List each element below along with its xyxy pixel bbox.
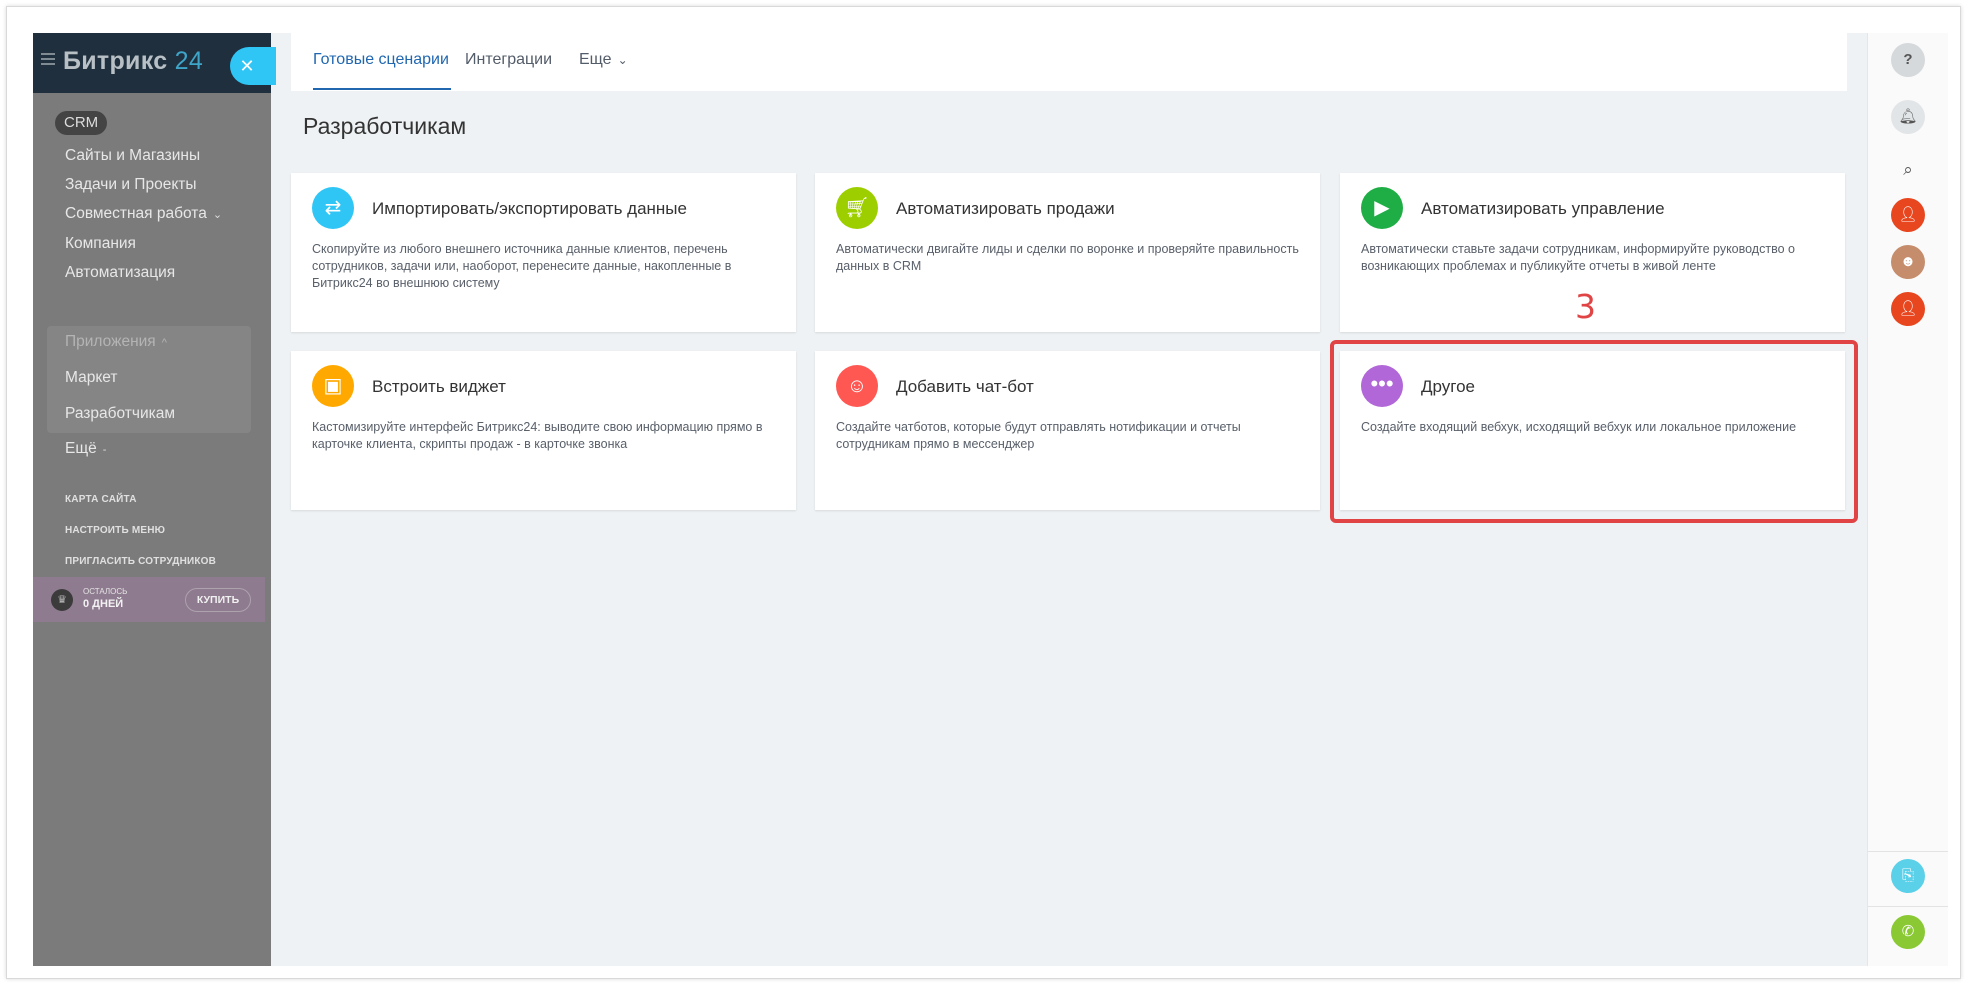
card-description: Автоматически ставьте задачи сотрудникам…: [1361, 242, 1795, 273]
robot-icon: ☺: [836, 365, 878, 407]
card-description: Автоматически двигайте лиды и сделки по …: [836, 242, 1299, 273]
sidebar-item-developers[interactable]: Разработчикам: [65, 405, 175, 423]
chevron-down-icon: -: [102, 444, 107, 456]
card-description: Скопируйте из любого внешнего источника …: [312, 242, 732, 290]
card-title: Встроить виджет: [372, 377, 506, 396]
logo-number: 24: [174, 47, 204, 75]
menu-icon[interactable]: [41, 53, 55, 65]
chevron-down-icon: ⌄: [212, 209, 223, 221]
sidebar-item-market[interactable]: Маркет: [65, 369, 118, 387]
crown-icon: ♛: [51, 589, 73, 611]
phone-icon[interactable]: ✆: [1891, 915, 1925, 949]
sidebar-item-apps[interactable]: Приложения ^: [65, 333, 167, 351]
right-rail: ? 🔔︎ ⌕ 👤︎ ☻ 👤︎ ⎘ ✆: [1867, 33, 1948, 966]
card-description: Кастомизируйте интерфейс Битрикс24: выво…: [312, 420, 763, 451]
avatar[interactable]: ☻: [1891, 245, 1925, 279]
rail-divider: [1868, 851, 1948, 852]
card-title: Автоматизировать продажи: [896, 199, 1115, 218]
sitemap-link[interactable]: КАРТА САЙТА: [65, 494, 137, 505]
card-embed-widget[interactable]: ▣ Встроить виджет Кастомизируйте интерфе…: [291, 351, 796, 510]
step-marker: 3: [1575, 287, 1596, 326]
user-avatar-icon[interactable]: 👤︎: [1891, 198, 1925, 232]
card-add-chatbot[interactable]: ☺ Добавить чат-бот Создайте чатботов, ко…: [815, 351, 1320, 510]
card-automate-sales[interactable]: 🛒︎ Автоматизировать продажи Автоматическ…: [815, 173, 1320, 332]
page-title: Разработчикам: [303, 113, 467, 139]
highlight-box: [1330, 340, 1858, 523]
sidebar-item-label: Ещё: [65, 440, 97, 457]
sidebar-item-more[interactable]: Ещё -: [65, 440, 106, 458]
screenshot-frame: Битрикс 24 CRM Сайты и Магазины Задачи и…: [6, 6, 1961, 979]
sidebar-item-automation[interactable]: Автоматизация: [65, 264, 175, 282]
arrows-swap-icon: ⇄: [312, 187, 354, 229]
card-title: Автоматизировать управление: [1421, 199, 1665, 218]
sidebar-item-company[interactable]: Компания: [65, 235, 136, 253]
sidebar-item-sites[interactable]: Сайты и Магазины: [65, 147, 200, 165]
tab-integrations[interactable]: Интеграции: [465, 51, 552, 69]
rail-divider: [1868, 906, 1948, 907]
active-tab-indicator: [313, 88, 451, 90]
card-title: Импортировать/экспортировать данные: [372, 199, 687, 218]
buy-button[interactable]: КУПИТЬ: [185, 588, 251, 612]
sidebar-item-collab[interactable]: Совместная работа ⌄: [65, 205, 222, 223]
search-icon[interactable]: ⌕: [1891, 153, 1925, 187]
setup-menu-link[interactable]: НАСТРОИТЬ МЕНЮ: [65, 525, 165, 536]
chevron-up-icon: ^: [161, 337, 167, 349]
app-window: Битрикс 24 CRM Сайты и Магазины Задачи и…: [33, 33, 1948, 966]
close-button[interactable]: ✕: [230, 47, 276, 85]
tab-ready-scenarios[interactable]: Готовые сценарии: [313, 51, 449, 69]
bell-icon[interactable]: 🔔︎: [1891, 100, 1925, 134]
sidebar-item-crm[interactable]: CRM: [55, 111, 108, 135]
trial-banner: ♛ ОСТАЛОСЬ 0 ДНЕЙ КУПИТЬ: [33, 577, 265, 622]
card-title: Добавить чат-бот: [896, 377, 1034, 396]
tab-label: Еще: [579, 51, 612, 68]
cart-icon: 🛒︎: [836, 187, 878, 229]
card-description: Создайте чатботов, которые будут отправл…: [836, 420, 1241, 451]
chevron-down-icon: ⌄: [617, 53, 628, 67]
widget-icon: ▣: [312, 365, 354, 407]
play-icon: ▶: [1361, 187, 1403, 229]
sidebar-item-label: Совместная работа: [65, 205, 207, 222]
left-sidebar: Битрикс 24 CRM Сайты и Магазины Задачи и…: [33, 33, 271, 966]
sidebar-item-label: Приложения: [65, 333, 156, 350]
trial-days: 0 ДНЕЙ: [83, 598, 124, 610]
close-icon: ✕: [239, 56, 255, 76]
invite-link[interactable]: ПРИГЛАСИТЬ СОТРУДНИКОВ: [65, 556, 216, 567]
document-icon[interactable]: ⎘: [1891, 859, 1925, 893]
logo-text: Битрикс: [63, 47, 168, 75]
sidebar-item-tasks[interactable]: Задачи и Проекты: [65, 176, 197, 194]
logo[interactable]: Битрикс 24: [63, 47, 203, 76]
card-import-export[interactable]: ⇄ Импортировать/экспортировать данные Ск…: [291, 173, 796, 332]
help-icon[interactable]: ?: [1891, 43, 1925, 77]
user-avatar-icon[interactable]: 👤︎: [1891, 292, 1925, 326]
tab-more[interactable]: Еще ⌄: [579, 51, 628, 69]
top-tabs: Готовые сценарии Интеграции Еще ⌄: [291, 33, 1847, 91]
trial-caption: ОСТАЛОСЬ: [83, 587, 128, 596]
